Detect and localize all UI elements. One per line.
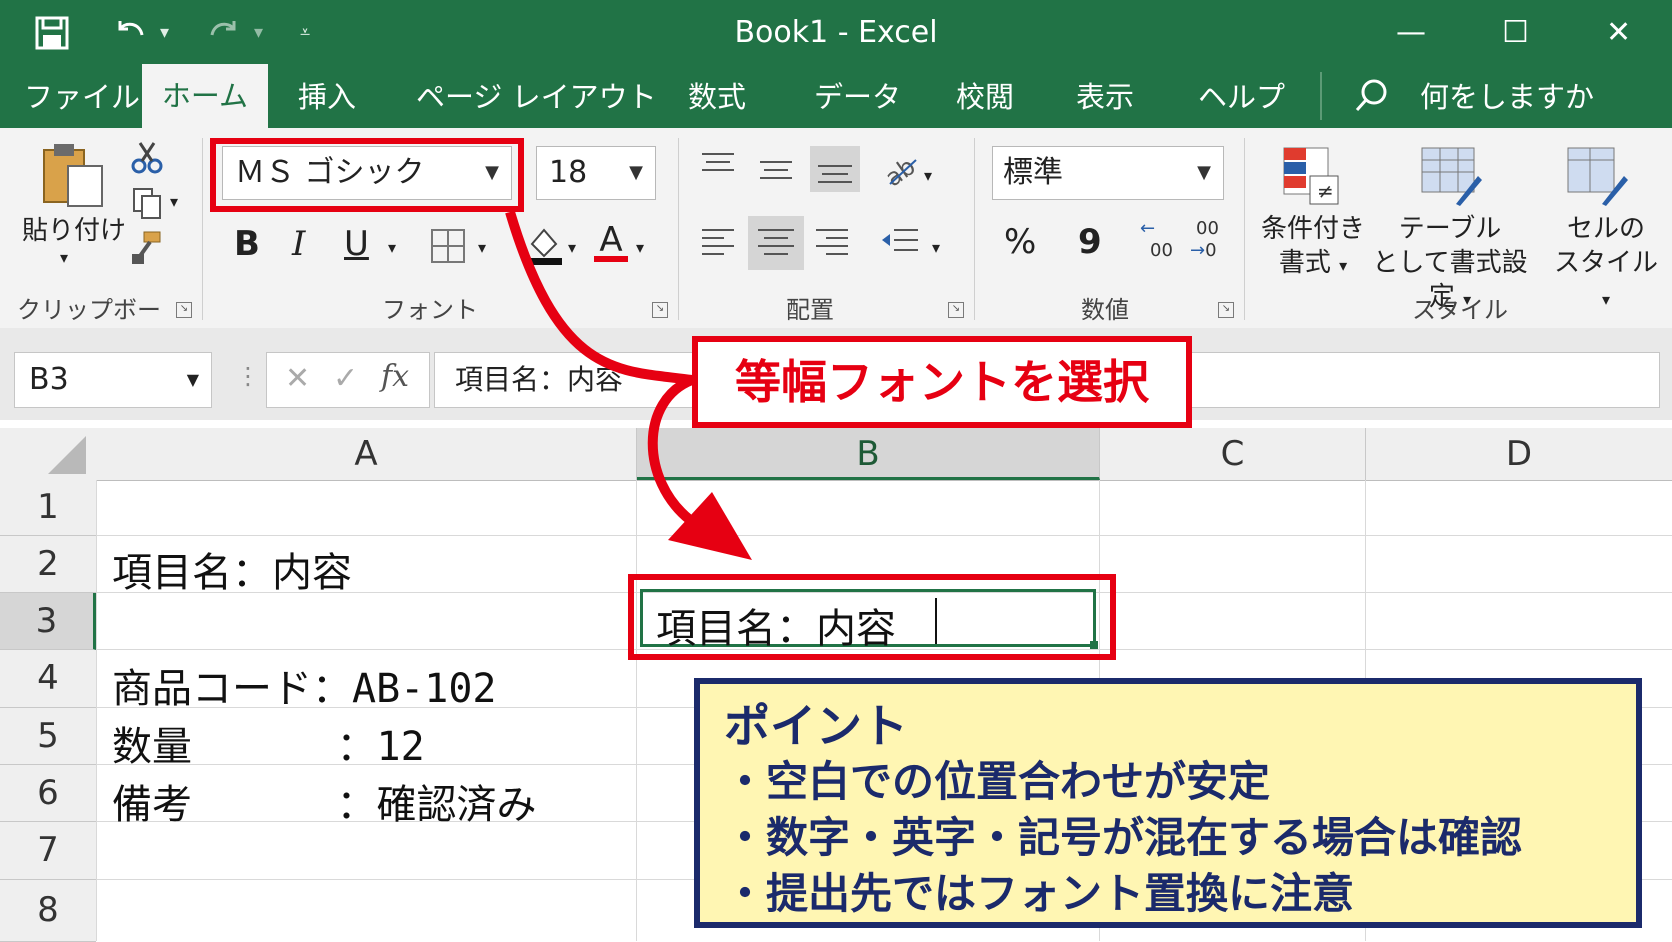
point-title: ポイント xyxy=(724,699,908,753)
callout-label: 等幅フォントを選択 xyxy=(692,336,1192,428)
point-item-3: ・提出先ではフォント置換に注意 xyxy=(724,869,1355,918)
point-item-1: ・空白での位置合わせが安定 xyxy=(724,757,1271,806)
point-item-2: ・数字・英字・記号が混在する場合は確認 xyxy=(724,813,1523,862)
